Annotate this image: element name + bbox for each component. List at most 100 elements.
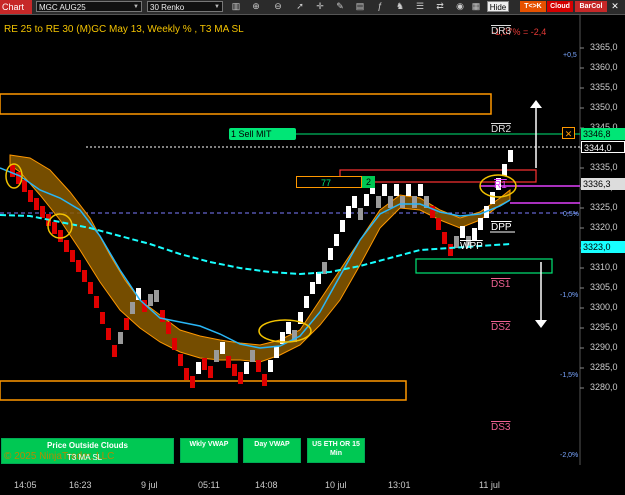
period-selector[interactable]: 30 Renko ▼ — [147, 1, 223, 12]
renko-brick — [148, 294, 153, 306]
zoom-in-icon[interactable]: ⊕ — [250, 1, 262, 12]
indicators-icon[interactable]: ƒ — [374, 1, 386, 12]
renko-brick — [418, 184, 423, 196]
renko-brick — [88, 282, 93, 294]
price-label: 3360,0 — [590, 62, 618, 72]
level-dpp: DPP — [491, 222, 512, 233]
time-label: 05:11 — [198, 480, 220, 490]
hide-button[interactable]: Hide — [487, 1, 509, 12]
level-r1: R1 — [494, 180, 507, 191]
price-label: 3350,0 — [590, 102, 618, 112]
cloud-toggle-button[interactable]: Cloud — [547, 1, 573, 12]
renko-brick — [160, 310, 165, 322]
arrow-head-down — [535, 320, 547, 328]
renko-brick — [10, 165, 15, 177]
price-chart[interactable] — [0, 15, 625, 465]
crosshair-icon[interactable]: ✛ — [314, 1, 326, 12]
order-value-box[interactable]: 77 — [296, 176, 362, 188]
level-wpp: WPP — [460, 241, 483, 252]
instrument-selector[interactable]: MGC AUG25 ▼ — [36, 1, 142, 12]
chart-tab[interactable]: Chart — [0, 0, 32, 14]
sell-mit-order[interactable]: 1 Sell MIT — [229, 128, 296, 140]
renko-brick — [34, 198, 39, 210]
level-dr3: DR3 — [491, 26, 512, 37]
renko-brick — [352, 196, 357, 208]
renko-brick — [478, 218, 483, 230]
pct-label: +0,5 — [563, 52, 577, 59]
zoom-out-icon[interactable]: ⊖ — [272, 1, 284, 12]
renko-brick — [436, 218, 441, 230]
renko-brick — [130, 302, 135, 314]
renko-brick — [412, 196, 417, 208]
renko-brick — [394, 184, 399, 196]
renko-brick — [154, 290, 159, 302]
bar-chart-icon[interactable]: ▥ — [230, 1, 242, 12]
renko-brick — [358, 208, 363, 220]
price-label: 3285,0 — [590, 362, 618, 372]
renko-brick — [472, 228, 477, 240]
day-vwap-button[interactable]: Day VWAP — [243, 438, 301, 463]
renko-brick — [226, 356, 231, 368]
time-label: 11 jul — [479, 480, 500, 490]
arrow-head-up — [530, 100, 542, 108]
chart-trader-icon[interactable]: ⇄ — [434, 1, 446, 12]
wkly-vwap-button[interactable]: Wkly VWAP — [180, 438, 238, 463]
level-ds3: DS3 — [491, 422, 511, 433]
renko-brick — [208, 366, 213, 378]
renko-brick — [106, 328, 111, 340]
drawing-tool-icon[interactable]: ✎ — [334, 1, 346, 12]
renko-brick — [214, 350, 219, 362]
chevron-down-icon: ▼ — [133, 4, 139, 10]
price-label: 3335,0 — [590, 162, 618, 172]
level-ds2: DS2 — [491, 322, 511, 333]
t3-ma-label: T3 MA SL — [67, 453, 103, 462]
renko-brick — [460, 226, 465, 238]
us-eth-or-button[interactable]: US ETH OR 15 Min — [307, 438, 365, 463]
renko-brick — [70, 250, 75, 262]
snapshot-icon[interactable]: ◉ — [454, 1, 466, 12]
strategies-icon[interactable]: ♞ — [394, 1, 406, 12]
price-label: 3305,0 — [590, 282, 618, 292]
time-label: 10 jul — [325, 480, 347, 490]
properties-icon[interactable]: ☰ — [414, 1, 426, 12]
renko-brick — [364, 194, 369, 206]
renko-brick — [310, 282, 315, 294]
close-icon[interactable]: ✕ — [609, 1, 621, 12]
price-tag-last: 3344,0 — [581, 141, 625, 153]
pct-label: -2,0% — [560, 452, 579, 459]
renko-brick — [274, 346, 279, 358]
price-tag-position: 3346,8 — [581, 128, 625, 140]
renko-brick — [58, 230, 63, 242]
renko-brick — [256, 360, 261, 372]
barcol-toggle-button[interactable]: BarCol — [575, 1, 607, 12]
renko-brick — [94, 296, 99, 308]
period-value: 30 Renko — [150, 3, 185, 12]
renko-brick — [490, 192, 495, 204]
renko-brick — [82, 270, 87, 282]
renko-brick — [502, 164, 507, 176]
renko-brick — [232, 364, 237, 376]
chart-style-icon[interactable]: ▤ — [354, 1, 366, 12]
renko-brick — [442, 232, 447, 244]
time-label: 14:08 — [255, 480, 278, 490]
renko-brick — [112, 345, 117, 357]
order-qty-box[interactable]: 2 — [362, 176, 375, 188]
renko-brick — [124, 318, 129, 330]
renko-brick — [388, 196, 393, 208]
renko-brick — [202, 358, 207, 370]
data-box-icon[interactable]: ▦ — [470, 1, 482, 12]
renko-brick — [448, 244, 453, 256]
renko-brick — [172, 338, 177, 350]
resistance-zone — [0, 93, 492, 115]
price-label: 3300,0 — [590, 302, 618, 312]
sma-line — [0, 167, 511, 349]
renko-brick — [454, 236, 459, 248]
renko-brick — [76, 260, 81, 272]
close-icon[interactable]: ✕ — [562, 127, 575, 139]
chevron-down-icon: ▼ — [214, 4, 220, 10]
renko-brick — [22, 180, 27, 192]
pointer-icon[interactable]: ➚ — [294, 1, 306, 12]
tk-toggle-button[interactable]: T<>K — [520, 1, 546, 12]
time-axis[interactable]: 14:05 16:23 9 jul 05:11 14:08 10 jul 13:… — [0, 475, 580, 495]
level-ds1: DS1 — [491, 279, 511, 290]
